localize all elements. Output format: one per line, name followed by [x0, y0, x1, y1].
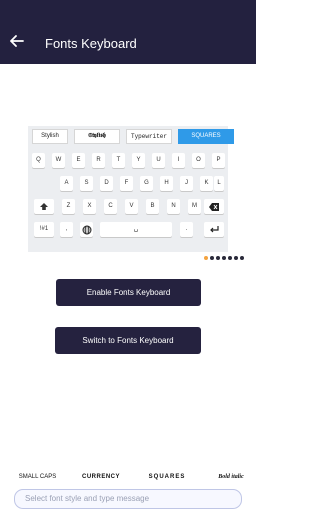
carousel-dot — [234, 256, 238, 260]
page-title: Fonts Keyboard — [45, 36, 137, 51]
font-chip-small-caps[interactable]: SMALL CAPS — [10, 470, 65, 484]
carousel-dot — [240, 256, 244, 260]
font-chip-bold-italic[interactable]: Bold italic — [206, 470, 256, 484]
shift-key — [34, 199, 54, 214]
keyboard-row-2: A S D F G H J K L — [28, 176, 228, 194]
style-chip-typewriter: Typewriter — [126, 129, 172, 144]
comma-key: , — [60, 222, 73, 237]
key-b: B — [146, 199, 159, 214]
key-p: P — [212, 153, 225, 168]
style-chip-outline: 𝕾𝖙𝖞𝖑𝖎𝖘𝖍 — [74, 129, 120, 144]
key-a: A — [60, 176, 73, 191]
font-chip-currency[interactable]: CURRENCY — [72, 470, 130, 484]
key-v: V — [125, 199, 138, 214]
style-chip-stylish: Stylish — [32, 129, 68, 144]
key-x: X — [83, 199, 96, 214]
enable-fonts-keyboard-button[interactable]: Enable Fonts Keyboard — [56, 279, 201, 306]
key-c: C — [104, 199, 117, 214]
keyboard-row-1: Q W E R T Y U I O P — [28, 153, 228, 171]
carousel-dot — [222, 256, 226, 260]
symbols-key: !#1 — [34, 222, 54, 237]
key-d: D — [100, 176, 113, 191]
key-g: G — [140, 176, 153, 191]
key-k: K — [200, 176, 213, 191]
font-style-row: Stylish 𝕾𝖙𝖞𝖑𝖎𝖘𝖍 Typewriter SQUARES — [32, 129, 234, 145]
keyboard-row-4: !#1 , ␣ . — [28, 222, 228, 240]
backspace-icon — [209, 203, 219, 211]
keyboard-row-3: Z X C V B N M — [28, 199, 228, 217]
switch-fonts-keyboard-button[interactable]: Switch to Fonts Keyboard — [55, 327, 201, 354]
carousel-dot — [204, 256, 208, 260]
enter-key — [204, 222, 224, 237]
carousel-dot — [228, 256, 232, 260]
font-chip-squares[interactable]: SQUARES — [138, 470, 196, 484]
carousel-dot — [210, 256, 214, 260]
enter-icon — [210, 226, 219, 233]
key-s: S — [80, 176, 93, 191]
space-key: ␣ — [100, 222, 172, 237]
key-u: U — [152, 153, 165, 168]
period-key: . — [180, 222, 193, 237]
shift-icon — [40, 203, 48, 210]
key-r: R — [92, 153, 105, 168]
key-y: Y — [132, 153, 145, 168]
message-input-placeholder: Select font style and type message — [25, 494, 150, 503]
key-m: M — [188, 199, 201, 214]
key-l: L — [214, 176, 224, 191]
key-o: O — [192, 153, 205, 168]
key-h: H — [160, 176, 173, 191]
key-j: J — [180, 176, 193, 191]
globe-key — [80, 222, 93, 237]
style-chip-squares: SQUARES — [178, 129, 234, 144]
app-bar: Fonts Keyboard — [0, 0, 256, 64]
message-input[interactable]: Select font style and type message — [14, 489, 242, 509]
key-e: E — [72, 153, 85, 168]
key-n: N — [167, 199, 180, 214]
carousel-dot — [216, 256, 220, 260]
key-t: T — [112, 153, 125, 168]
back-arrow-icon[interactable] — [10, 34, 24, 48]
keyboard-preview-image: Stylish 𝕾𝖙𝖞𝖑𝖎𝖘𝖍 Typewriter SQUARES Q W E… — [28, 126, 234, 252]
key-w: W — [52, 153, 65, 168]
globe-icon — [82, 225, 91, 235]
key-f: F — [120, 176, 133, 191]
key-q: Q — [32, 153, 45, 168]
backspace-key — [204, 199, 224, 214]
key-z: Z — [62, 199, 75, 214]
key-i: I — [172, 153, 185, 168]
